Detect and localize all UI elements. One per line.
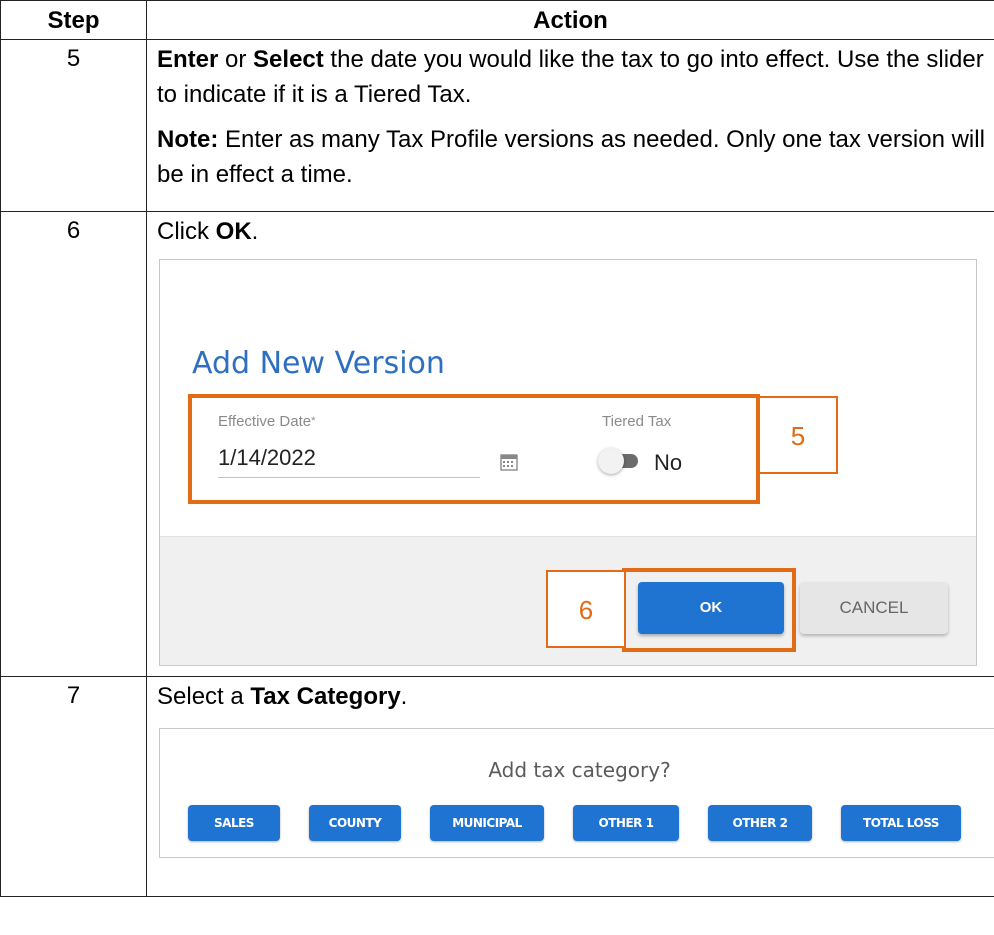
text: . (251, 218, 259, 245)
tax-category-buttons: SALES COUNTY MUNICIPAL OTHER 1 OTHER 2 T… (188, 805, 961, 841)
callout-6: 6 (546, 570, 626, 648)
text: Enter as many Tax Profile versions as ne… (157, 126, 985, 188)
dialog-title: Add New Version (192, 346, 445, 381)
header-step: Step (0, 0, 147, 40)
header-action: Action (146, 0, 994, 40)
instruction-text: Select a Tax Category. (157, 679, 986, 714)
text: Select a (157, 683, 251, 710)
tax-category-screenshot: Add tax category? SALES COUNTY MUNICIPAL… (159, 728, 994, 858)
step-number: 6 (0, 211, 147, 677)
bold-term: Select (253, 46, 324, 73)
table-header-row: Step Action (0, 0, 994, 40)
category-button-municipal[interactable]: MUNICIPAL (430, 805, 544, 841)
callout-5: 5 (758, 396, 838, 474)
category-button-other-1[interactable]: OTHER 1 (573, 805, 679, 841)
category-button-county[interactable]: COUNTY (309, 805, 401, 841)
add-tax-category-prompt: Add tax category? (488, 758, 671, 782)
bold-term: Enter (157, 46, 219, 73)
text: or (218, 46, 254, 73)
highlight-box-step-6 (622, 568, 796, 652)
instruction-text: Enter or Select the date you would like … (157, 42, 986, 112)
table-row-step-7: 7 Select a Tax Category. Add tax categor… (0, 676, 994, 897)
procedure-table: Step Action 5 Enter or Select the date y… (0, 0, 994, 897)
text: Click (157, 218, 216, 245)
note-text: Note: Enter as many Tax Profile versions… (157, 122, 986, 192)
instruction-text: Click OK. (157, 214, 986, 249)
add-version-dialog-screenshot: Add New Version Effective Date* Tiered T… (159, 259, 977, 666)
step-number: 5 (0, 39, 147, 212)
category-button-sales[interactable]: SALES (188, 805, 280, 841)
table-row-step-5: 5 Enter or Select the date you would lik… (0, 39, 994, 212)
table-row-step-6: 6 Click OK. Add New Version Effective Da… (0, 211, 994, 677)
action-cell: Enter or Select the date you would like … (146, 39, 994, 212)
action-cell: Select a Tax Category. Add tax category?… (146, 676, 994, 897)
category-button-total-loss[interactable]: TOTAL LOSS (841, 805, 961, 841)
category-button-other-2[interactable]: OTHER 2 (708, 805, 812, 841)
action-cell: Click OK. Add New Version Effective Date… (146, 211, 994, 677)
cancel-button[interactable]: CANCEL (800, 582, 948, 634)
highlight-box-step-5 (188, 394, 760, 504)
text: . (400, 683, 408, 710)
bold-term: OK (215, 218, 252, 245)
step-number: 7 (0, 676, 147, 897)
bold-term: Tax Category (250, 683, 401, 710)
note-label: Note: (157, 126, 219, 153)
